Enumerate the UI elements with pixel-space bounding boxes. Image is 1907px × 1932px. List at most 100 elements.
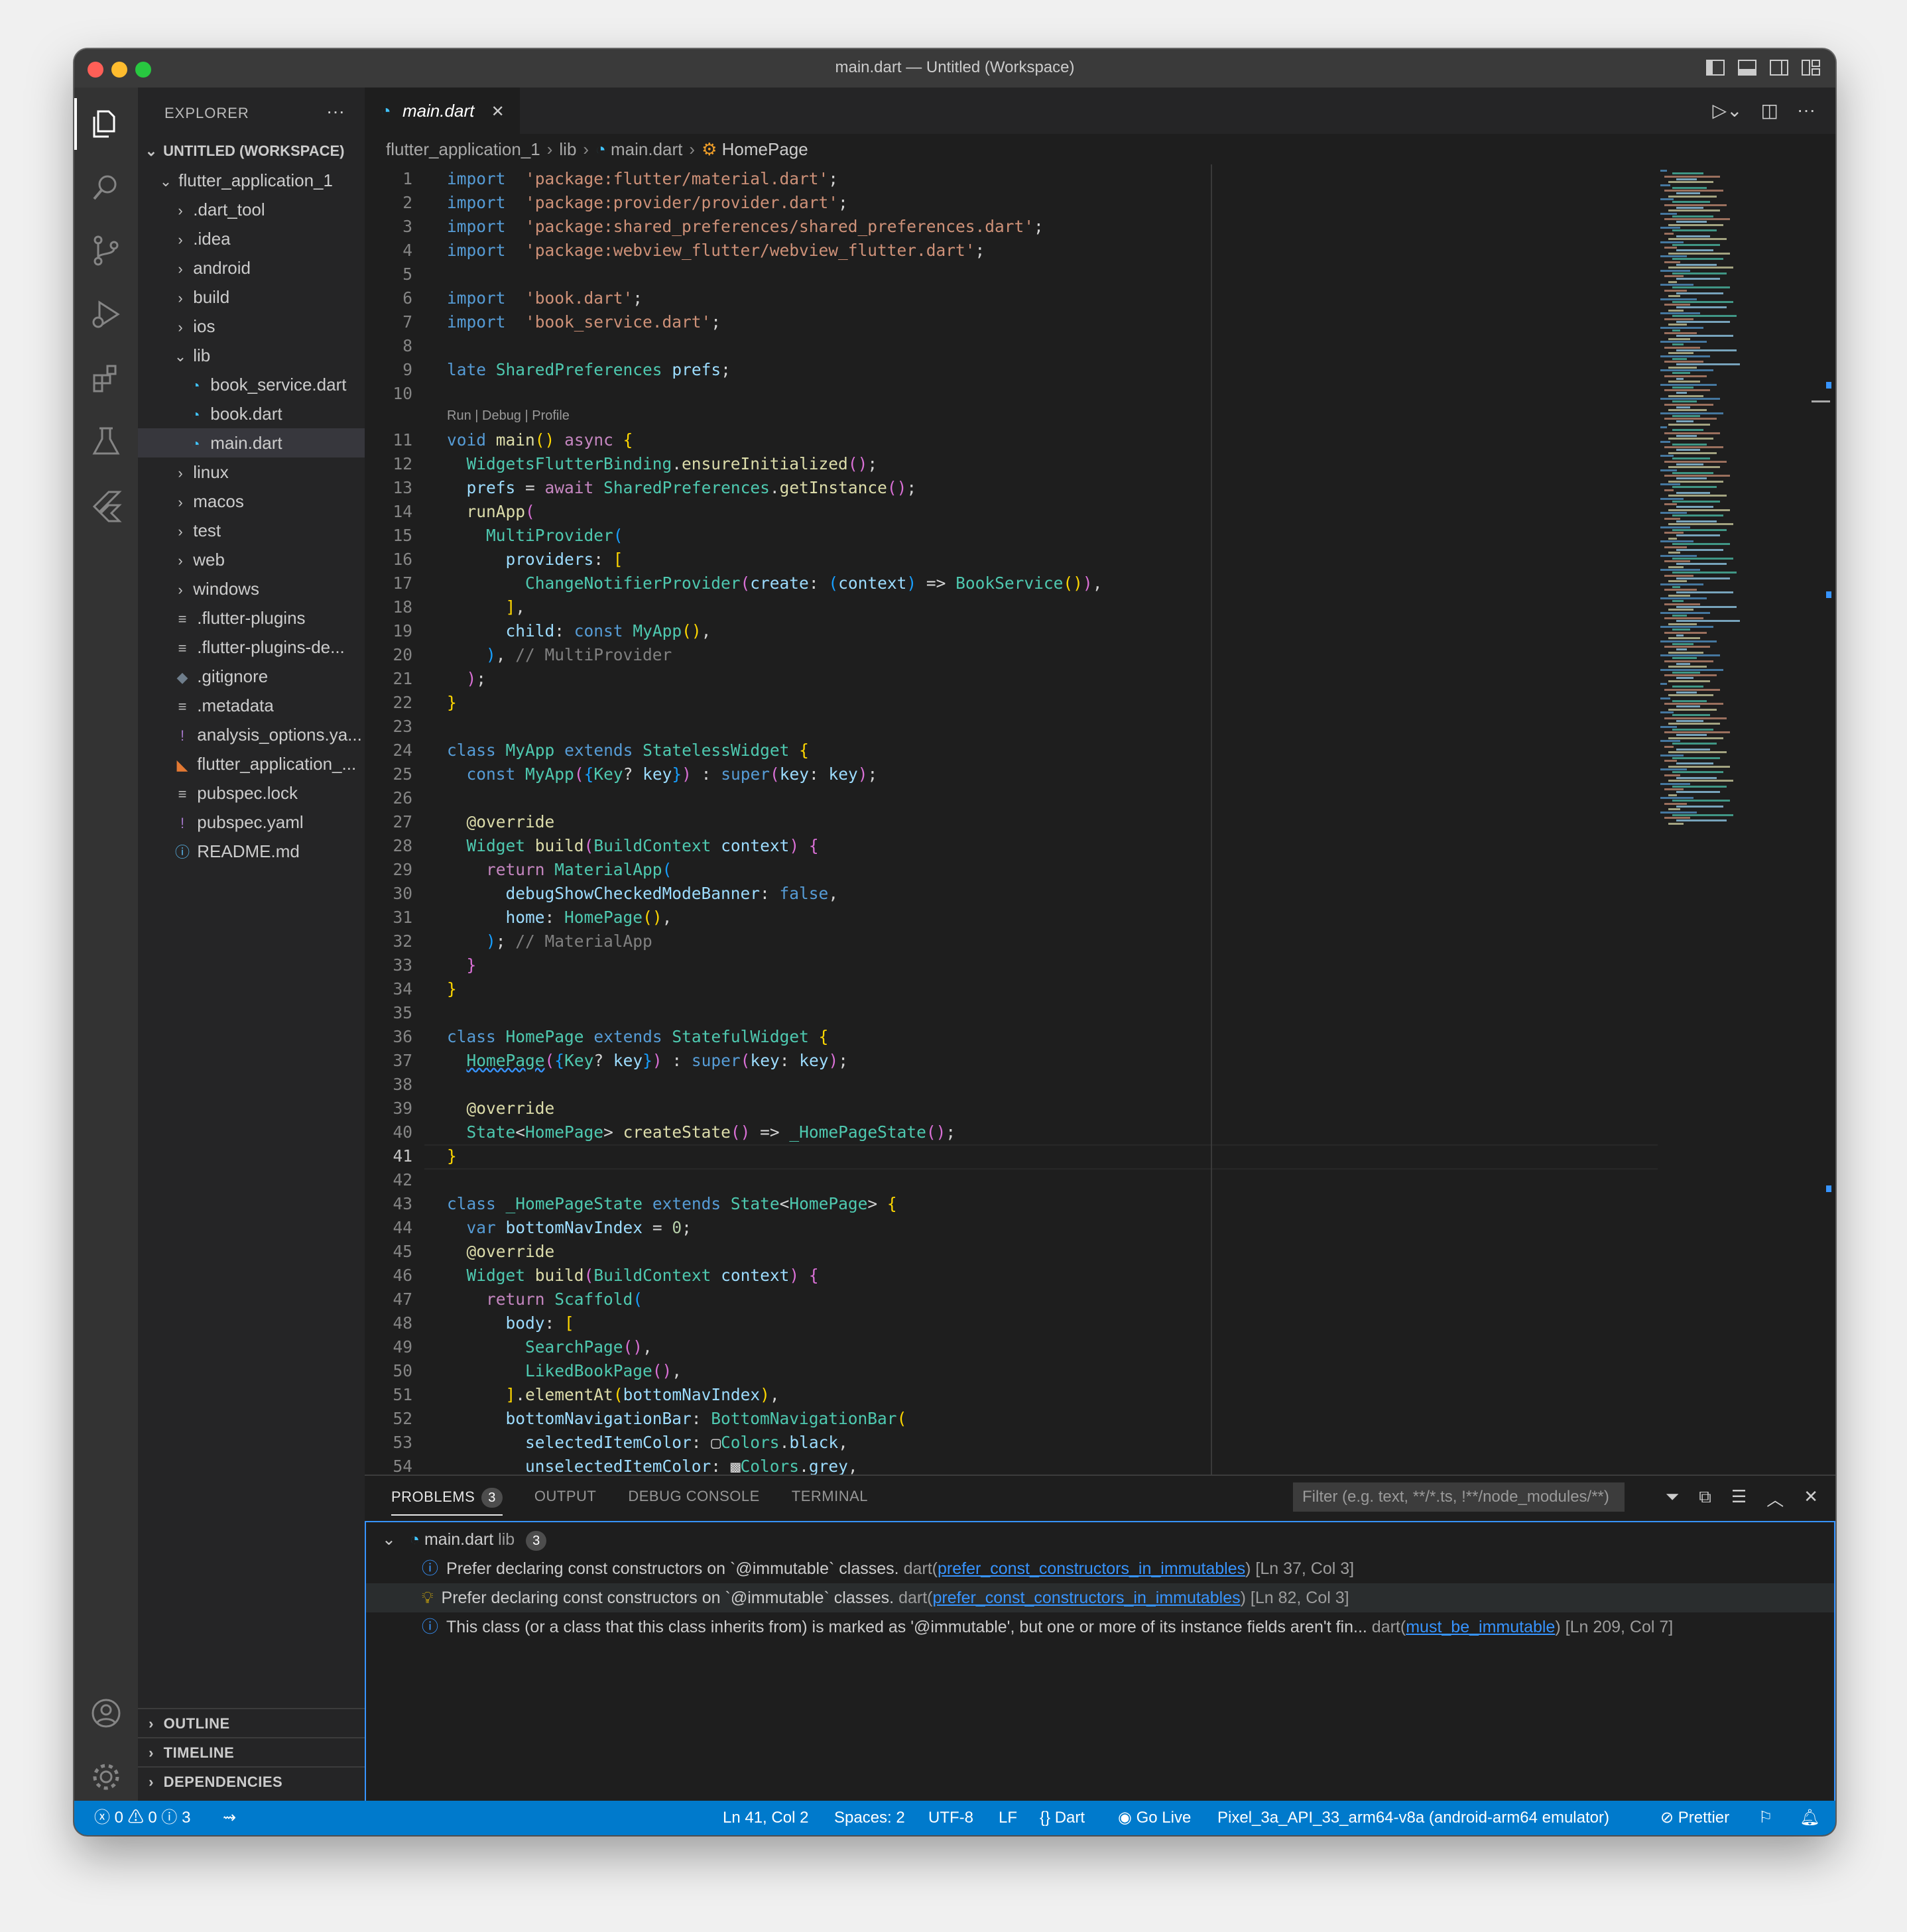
tab-problems-label: PROBLEMS: [391, 1488, 475, 1505]
tree-item-windows[interactable]: › windows: [138, 574, 365, 603]
problems-filter-input[interactable]: Filter (e.g. text, **/*.ts, !**/node_mod…: [1293, 1482, 1625, 1512]
problem-item[interactable]: ⓘ Prefer declaring const constructors on …: [366, 1554, 1834, 1583]
close-panel-icon[interactable]: ✕: [1804, 1486, 1818, 1511]
tab-main-dart[interactable]: ◔ main.dart ✕: [365, 88, 520, 134]
device-selector[interactable]: Pixel_3a_API_33_arm64-v8a (android-arm64…: [1217, 1801, 1609, 1835]
cursor-position[interactable]: Ln 41, Col 2: [723, 1801, 808, 1835]
split-editor-icon[interactable]: ◫: [1761, 99, 1778, 121]
dependencies-section[interactable]: › DEPENDENCIES: [138, 1766, 365, 1797]
minimap-line: [1660, 583, 1703, 585]
problem-item[interactable]: ⓘ This class (or a class that this class …: [366, 1612, 1834, 1642]
tree-item-android[interactable]: › android: [138, 253, 365, 282]
end-of-line[interactable]: LF: [999, 1801, 1017, 1835]
toggle-secondary-sidebar-icon[interactable]: [1769, 58, 1789, 77]
tree-item-book-dart[interactable]: ◔ book.dart: [138, 399, 365, 428]
line-number: 24: [393, 741, 412, 760]
tree-item-build[interactable]: › build: [138, 282, 365, 312]
source-control-icon[interactable]: [86, 231, 126, 271]
encoding[interactable]: UTF-8: [928, 1801, 973, 1835]
tree-item-label: book.dart: [210, 404, 282, 424]
tab-debug-console[interactable]: DEBUG CONSOLE: [628, 1488, 759, 1516]
run-icon[interactable]: ▷⌄: [1713, 99, 1743, 121]
line-number: 1: [402, 169, 412, 188]
tree-item-macos[interactable]: › macos: [138, 487, 365, 516]
minimap-line: [1676, 577, 1730, 579]
toggle-panel-icon[interactable]: [1737, 58, 1757, 77]
tree-item-web[interactable]: › web: [138, 545, 365, 574]
code-editor[interactable]: 1 import 'package:flutter/material.dart';…: [365, 164, 1658, 1475]
yaml-file-icon: !: [180, 727, 185, 744]
tree-item-flutter-plugins[interactable]: ≡ .flutter-plugins: [138, 603, 365, 633]
explorer-more-icon[interactable]: ···: [326, 101, 345, 122]
feedback-icon[interactable]: ⚐: [1758, 1801, 1773, 1835]
code-line: State<HomePage> createState() => _HomePa…: [466, 1122, 956, 1142]
minimap[interactable]: [1658, 164, 1817, 1475]
tab-output[interactable]: OUTPUT: [534, 1488, 596, 1516]
customize-layout-icon[interactable]: [1801, 58, 1821, 77]
settings-gear-icon[interactable]: [86, 1757, 126, 1797]
explorer-icon[interactable]: [86, 103, 126, 143]
tree-item-gitignore[interactable]: ◆ .gitignore: [138, 662, 365, 691]
tree-item-book-service-dart[interactable]: ◔ book_service.dart: [138, 370, 365, 399]
testing-icon[interactable]: [86, 422, 126, 461]
breadcrumb-lib[interactable]: lib: [559, 139, 576, 159]
timeline-section[interactable]: › TIMELINE: [138, 1737, 365, 1768]
go-live-label: Go Live: [1136, 1809, 1192, 1827]
tree-item-metadata[interactable]: ≡ .metadata: [138, 691, 365, 720]
breadcrumb-symbol[interactable]: HomePage: [722, 139, 808, 159]
tree-item-ios[interactable]: › ios: [138, 312, 365, 341]
project-folder[interactable]: ⌄ flutter_application_1: [138, 166, 365, 195]
problem-code-link[interactable]: prefer_const_constructors_in_immutables: [932, 1589, 1240, 1607]
problem-code-link[interactable]: prefer_const_constructors_in_immutables: [938, 1559, 1245, 1578]
flutter-icon[interactable]: [86, 485, 126, 525]
tab-problems[interactable]: PROBLEMS 3: [391, 1488, 503, 1516]
breadcrumb-file[interactable]: main.dart: [611, 139, 682, 159]
search-icon[interactable]: [86, 167, 126, 207]
problem-item[interactable]: 💡︎ Prefer declaring const constructors on…: [366, 1583, 1834, 1612]
codelens-run-debug-profile[interactable]: Run | Debug | Profile: [447, 408, 570, 424]
tree-item-main-dart[interactable]: ◔ main.dart: [138, 428, 365, 457]
run-debug-icon[interactable]: [86, 294, 126, 334]
language-mode[interactable]: {} Dart: [1040, 1801, 1085, 1835]
problems-file-group[interactable]: ⌄ ◔ main.dart lib 3: [366, 1525, 1834, 1554]
tab-terminal[interactable]: TERMINAL: [792, 1488, 868, 1516]
tree-item-idea[interactable]: › .idea: [138, 224, 365, 253]
more-actions-icon[interactable]: ···: [1797, 99, 1815, 121]
minimap-line: [1672, 329, 1680, 332]
problem-code-link[interactable]: must_be_immutable: [1406, 1618, 1555, 1636]
minimap-line: [1660, 298, 1697, 300]
workspace-header[interactable]: ⌄ UNTITLED (WORKSPACE): [138, 137, 365, 166]
toggle-sidebar-icon[interactable]: [1705, 58, 1725, 77]
tree-item-readme-md[interactable]: ⓘ README.md: [138, 837, 365, 866]
minimap-line: [1668, 181, 1713, 184]
tree-item-linux[interactable]: › linux: [138, 457, 365, 487]
filter-icon[interactable]: ⏷: [1665, 1486, 1679, 1511]
code-line: ChangeNotifierProvider(create: (context)…: [525, 574, 1103, 593]
notifications-bell-icon[interactable]: 🔔︎: [1800, 1801, 1819, 1835]
indentation[interactable]: Spaces: 2: [834, 1801, 905, 1835]
view-as-list-icon[interactable]: ☰: [1731, 1486, 1747, 1511]
tree-item-flutter-plugins-de[interactable]: ≡ .flutter-plugins-de...: [138, 633, 365, 662]
minimap-line: [1660, 440, 1670, 443]
minimap-line: [1660, 341, 1707, 343]
breadcrumb-project[interactable]: flutter_application_1: [386, 139, 540, 159]
remote-debug-icon[interactable]: ⇝: [223, 1801, 236, 1835]
outline-section[interactable]: › OUTLINE: [138, 1708, 365, 1738]
tree-item-pubspec-yaml[interactable]: ! pubspec.yaml: [138, 808, 365, 837]
extensions-icon[interactable]: [86, 358, 126, 398]
maximize-panel-icon[interactable]: ︿: [1766, 1486, 1784, 1511]
accounts-icon[interactable]: [86, 1693, 126, 1733]
tree-item-pubspec-lock[interactable]: ≡ pubspec.lock: [138, 778, 365, 808]
tree-item-dart-tool[interactable]: › .dart_tool: [138, 195, 365, 224]
minimap-line: [1672, 300, 1733, 303]
tree-item-test[interactable]: › test: [138, 516, 365, 545]
tree-item-lib[interactable]: ⌄ lib: [138, 341, 365, 370]
close-tab-icon[interactable]: ✕: [491, 103, 505, 121]
collapse-all-icon[interactable]: ⧉: [1699, 1486, 1711, 1511]
prettier-status[interactable]: ⊘ Prettier: [1660, 1801, 1729, 1835]
tree-item-flutter-application[interactable]: ◣ flutter_application_...: [138, 749, 365, 778]
line-number: 47: [393, 1290, 412, 1309]
problems-status[interactable]: ⓧ 0 ⚠ 0 ⓘ 3: [94, 1801, 190, 1835]
go-live-button[interactable]: ◉ Go Live: [1118, 1801, 1191, 1835]
tree-item-analysis-options-ya[interactable]: ! analysis_options.ya...: [138, 720, 365, 749]
